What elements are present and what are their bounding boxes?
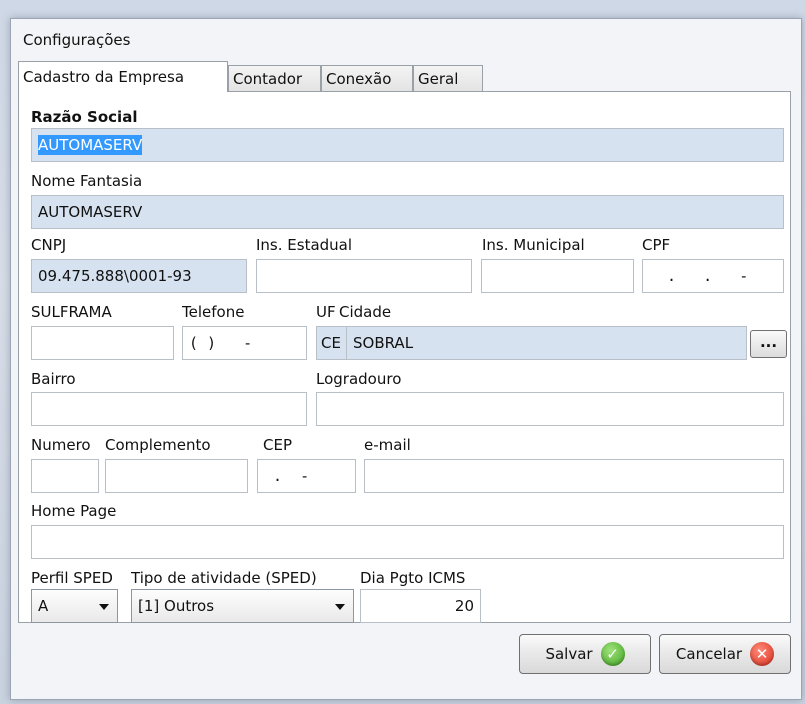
cnpj-label: CNPJ — [31, 236, 67, 254]
cidade-search-button[interactable]: ... — [750, 330, 787, 358]
perfil-sped-value: A — [38, 597, 49, 615]
window-title: Configurações — [23, 31, 131, 49]
dia-pgto-icms-field[interactable]: 20 — [360, 589, 481, 623]
cpf-label: CPF — [642, 236, 671, 254]
tab-geral[interactable]: Geral — [413, 65, 483, 91]
sulframa-field[interactable] — [31, 326, 174, 360]
tab-cadastro-empresa[interactable]: Cadastro da Empresa — [18, 61, 228, 92]
tab-conexao[interactable]: Conexão — [321, 65, 413, 91]
perfil-sped-label: Perfil SPED — [31, 569, 113, 587]
bairro-label: Bairro — [31, 370, 76, 388]
nome-fantasia-label: Nome Fantasia — [31, 172, 143, 190]
cidade-label: Cidade — [339, 303, 392, 321]
tipo-atividade-select[interactable]: [1] Outros — [131, 589, 354, 623]
bairro-field[interactable] — [31, 392, 307, 426]
tab-contador[interactable]: Contador — [228, 65, 321, 91]
email-field[interactable] — [364, 459, 784, 493]
telefone-field[interactable]: ( ) - — [182, 326, 307, 360]
ins-estadual-field[interactable] — [256, 259, 472, 293]
razao-social-field[interactable]: AUTOMASERV — [31, 128, 784, 162]
cancel-button-label: Cancelar — [675, 645, 743, 663]
complemento-field[interactable] — [105, 459, 248, 493]
uf-label: UF — [316, 303, 336, 321]
ins-estadual-label: Ins. Estadual — [256, 236, 353, 254]
cep-field[interactable]: . - — [257, 459, 356, 493]
numero-field[interactable] — [31, 459, 99, 493]
home-page-field[interactable] — [31, 525, 784, 559]
razao-social-label: Razão Social — [31, 108, 138, 126]
telefone-label: Telefone — [182, 303, 245, 321]
chevron-down-icon — [99, 604, 109, 610]
check-circle-icon: ✓ — [600, 642, 625, 666]
perfil-sped-select[interactable]: A — [31, 589, 118, 623]
save-button[interactable]: Salvar ✓ — [519, 634, 651, 674]
cnpj-field[interactable]: 09.475.888\0001-93 — [31, 259, 247, 293]
home-page-label: Home Page — [31, 502, 117, 520]
tipo-atividade-label: Tipo de atividade (SPED) — [131, 569, 317, 587]
cep-label: CEP — [263, 436, 292, 454]
dia-pgto-icms-label: Dia Pgto ICMS — [360, 569, 466, 587]
ins-municipal-field[interactable] — [481, 259, 634, 293]
cancel-button[interactable]: Cancelar ✕ — [659, 634, 791, 674]
complemento-label: Complemento — [105, 436, 211, 454]
logradouro-label: Logradouro — [316, 370, 402, 388]
razao-social-value: AUTOMASERV — [38, 135, 143, 155]
uf-field[interactable]: CE — [316, 326, 347, 360]
tipo-atividade-value: [1] Outros — [138, 597, 215, 615]
sulframa-label: SULFRAMA — [31, 303, 112, 321]
form-panel: Razão Social AUTOMASERV Nome Fantasia AU… — [18, 91, 791, 623]
numero-label: Numero — [31, 436, 91, 454]
email-label: e-mail — [364, 436, 411, 454]
cpf-field[interactable]: . . - — [642, 259, 784, 293]
chevron-down-icon — [335, 604, 345, 610]
config-window: Configurações Cadastro da Empresa Contad… — [10, 18, 802, 700]
save-button-label: Salvar — [545, 645, 593, 663]
x-circle-icon: ✕ — [750, 642, 775, 666]
cidade-field[interactable]: SOBRAL — [346, 326, 747, 360]
ins-municipal-label: Ins. Municipal — [482, 236, 585, 254]
logradouro-field[interactable] — [316, 392, 784, 426]
nome-fantasia-field[interactable]: AUTOMASERV — [31, 195, 784, 229]
